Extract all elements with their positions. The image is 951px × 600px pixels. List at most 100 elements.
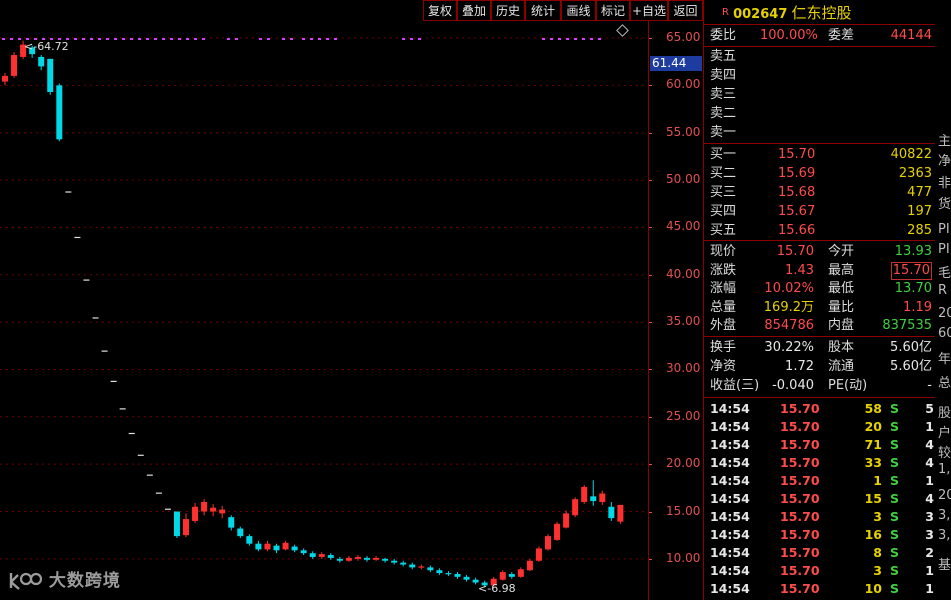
stock-header: R 002647 仁东控股	[710, 3, 852, 23]
signal-marker	[18, 38, 21, 40]
trade-tick-row: 14:54 15.70 10 S 1	[710, 580, 934, 598]
buy-level-price: 15.67	[778, 204, 816, 219]
candle-body	[255, 543, 262, 550]
candle	[219, 505, 226, 519]
candle-body	[535, 548, 542, 561]
candle	[83, 279, 90, 281]
tick-price: 15.70	[780, 527, 820, 542]
restore-rights-button[interactable]: 复权	[423, 0, 457, 21]
candle	[354, 555, 361, 561]
quote-row: 涨幅 10.02% 最低 13.70	[710, 280, 932, 298]
strip-text: 较	[938, 446, 951, 461]
stock-name: 仁东控股	[791, 4, 852, 22]
sell-level-label: 卖三	[710, 87, 737, 102]
candle-body	[463, 576, 470, 580]
history-button[interactable]: 历史	[491, 0, 525, 21]
add-favorite-button[interactable]: +自选	[630, 0, 668, 21]
trade-tick-row: 14:54 15.70 20 S 1	[710, 418, 934, 436]
candle-body	[83, 279, 90, 281]
quote-value: 854786	[764, 318, 814, 333]
quote-label: 现价	[710, 244, 737, 259]
candle	[183, 513, 189, 538]
signal-marker	[334, 38, 337, 40]
candle-body	[554, 523, 561, 540]
candle	[2, 73, 8, 86]
candle-body	[146, 474, 153, 476]
overlay-button[interactable]: 叠加	[457, 0, 491, 21]
statistics-button[interactable]: 统计	[525, 0, 561, 21]
buy-level-row: 买一 15.70 40822	[710, 146, 932, 164]
quote-label: 今开	[828, 244, 855, 259]
buy-level-price: 15.66	[778, 223, 816, 238]
quote-value: 13.93	[894, 244, 932, 259]
candle-body	[110, 380, 117, 383]
tick-volume: 20	[864, 419, 882, 434]
tick-volume: 33	[864, 455, 882, 470]
strip-text: 主	[938, 134, 951, 149]
y-tick-label: 30.00	[666, 361, 701, 376]
mark-button[interactable]: 标记	[596, 0, 630, 21]
signal-marker	[122, 38, 125, 40]
candle-body	[282, 542, 289, 550]
candle-body	[409, 564, 416, 568]
candle-body	[219, 509, 226, 514]
buy-level-row: 买三 15.68 477	[710, 184, 932, 202]
candle	[535, 546, 542, 562]
quote-label: 外盘	[710, 318, 737, 333]
candle	[164, 508, 171, 510]
sell-level-row: 卖二	[710, 105, 932, 123]
candle-body	[11, 55, 18, 76]
buy-level-volume: 2363	[898, 166, 932, 181]
signal-marker	[2, 38, 5, 40]
candle	[137, 454, 144, 456]
buy-level-volume: 285	[907, 223, 932, 238]
candle-body	[246, 536, 253, 544]
stock-code: 002647	[733, 7, 788, 22]
candle-body	[56, 85, 63, 140]
candle-body	[599, 493, 606, 503]
signal-marker	[302, 38, 305, 40]
candle	[264, 540, 271, 552]
candle-body	[309, 553, 316, 557]
trade-tick-row: 14:54 15.70 1 S 1	[710, 472, 934, 490]
tick-volume: 58	[864, 401, 882, 416]
candle-body	[354, 556, 361, 559]
y-tick-label: 35.00	[666, 314, 701, 329]
candle	[499, 570, 506, 581]
stat-label: 换手	[710, 340, 737, 355]
candle-body	[128, 432, 135, 435]
candle	[599, 490, 606, 505]
kline-svg[interactable]	[0, 0, 703, 600]
strip-text: PI	[938, 222, 950, 237]
signal-marker	[138, 38, 141, 40]
tick-volume: 1	[873, 473, 882, 488]
tick-count: 1	[925, 563, 934, 578]
candle	[92, 317, 99, 319]
draw-line-button[interactable]: 画线	[561, 0, 596, 21]
candle	[47, 58, 54, 95]
signal-marker	[550, 38, 553, 40]
y-tick-label: 50.00	[666, 172, 701, 187]
tick-price: 15.70	[780, 455, 820, 470]
tick-count: 3	[925, 509, 934, 524]
candle-body	[318, 554, 325, 557]
tick-price: 15.70	[780, 563, 820, 578]
candle	[382, 557, 389, 563]
tick-side: S	[890, 509, 900, 524]
tick-volume: 8	[873, 545, 882, 560]
back-button[interactable]: 返回	[668, 0, 703, 21]
tick-time: 14:54	[710, 509, 750, 524]
candle-body	[418, 566, 425, 568]
candle-body	[382, 558, 389, 561]
tick-count: 4	[925, 437, 934, 452]
candle	[563, 510, 570, 529]
signal-marker	[82, 38, 85, 40]
r-badge: R	[722, 7, 729, 18]
signal-marker	[98, 38, 101, 40]
candle-body	[210, 507, 217, 512]
strip-text: 非	[938, 176, 951, 191]
candle	[128, 432, 135, 435]
quote-row: 涨跌 1.43 最高 15.70	[710, 261, 932, 280]
tick-side: S	[890, 437, 900, 452]
kline-chart[interactable]: 65.00 60.00 55.00 50.00 45.00 40.00 35.00 30.00…	[0, 0, 703, 600]
